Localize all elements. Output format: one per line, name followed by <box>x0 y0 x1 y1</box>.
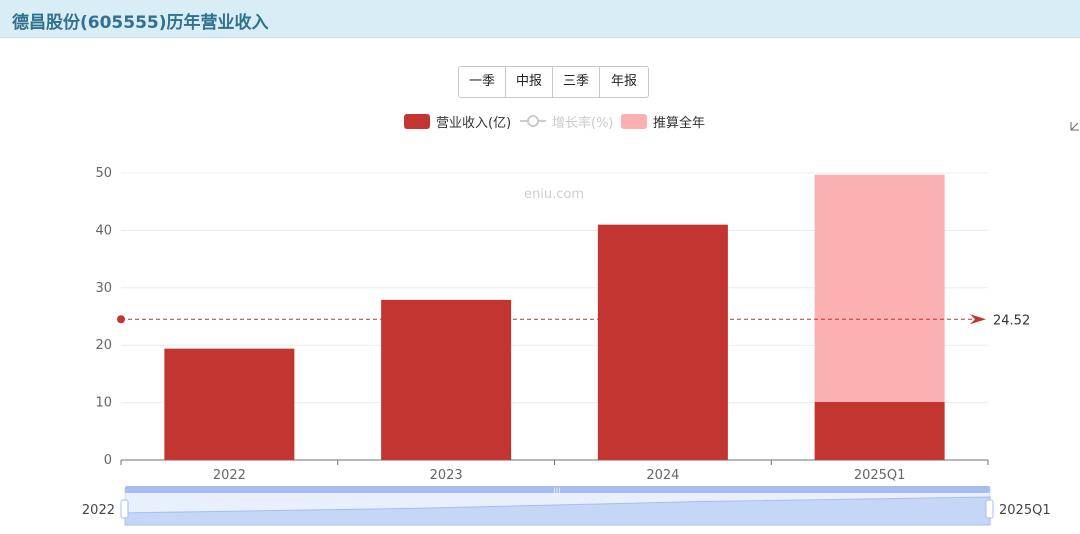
x-tick-label: 2024 <box>646 468 679 483</box>
zoom-grip-icon: ||| <box>553 487 560 495</box>
zoom-left-handle[interactable] <box>120 499 129 519</box>
revenue-bar[interactable] <box>814 402 945 460</box>
zoom-end-label: 2025Q1 <box>999 503 1051 518</box>
legend-label-revenue: 营业收入(亿) <box>436 115 512 131</box>
y-tick-label: 20 <box>95 338 112 353</box>
tab-half-year[interactable]: 中报 <box>506 67 553 97</box>
x-tick-label: 2023 <box>430 468 463 483</box>
page-header: 德昌股份(605555)历年营业收入 <box>0 0 1080 38</box>
tab-q3[interactable]: 三季 <box>553 67 600 97</box>
legend-label-projection: 推算全年 <box>653 115 706 131</box>
x-tick-label: 2025Q1 <box>854 468 906 483</box>
y-tick-label: 30 <box>95 281 112 296</box>
legend-item-projection[interactable]: 推算全年 <box>621 112 706 131</box>
y-tick-label: 0 <box>104 453 112 468</box>
legend-line-marker-icon <box>520 115 546 127</box>
revenue-chart: eniu.com 01020304050 2022 2023 2024 2025Q1 … <box>82 166 1051 526</box>
x-axis: 2022 2023 2024 2025Q1 <box>120 460 989 483</box>
legend-item-growth[interactable]: 增长率(%) <box>520 112 614 131</box>
revenue-bar[interactable] <box>597 224 728 460</box>
revenue-bar[interactable] <box>164 348 295 460</box>
zoom-start-label: 2022 <box>82 503 115 518</box>
average-start-dot <box>117 315 125 324</box>
chart-legend: 营业收入(亿) 增长率(%) 推算全年 <box>0 112 1080 132</box>
chart-watermark: eniu.com <box>524 187 584 202</box>
page-title: 德昌股份(605555)历年营业收入 <box>12 13 269 33</box>
y-tick-label: 10 <box>95 396 112 411</box>
projection-bar[interactable] <box>814 174 945 403</box>
legend-swatch-revenue <box>404 113 430 129</box>
legend-swatch-projection <box>621 113 647 129</box>
tab-annual[interactable]: 年报 <box>600 67 648 97</box>
tab-q1[interactable]: 一季 <box>459 67 506 97</box>
y-tick-label: 50 <box>95 166 112 181</box>
collapse-arrow-icon[interactable] <box>1070 120 1080 132</box>
y-tick-label: 40 <box>95 223 112 238</box>
legend-item-revenue[interactable]: 营业收入(亿) <box>404 112 512 131</box>
period-tabs: 一季 中报 三季 年报 <box>458 66 649 98</box>
x-tick-label: 2022 <box>213 468 246 483</box>
data-zoom-slider[interactable]: ||| 2022 2025Q1 <box>82 486 1051 526</box>
y-axis-ticks: 0 10 20 30 40 50 <box>95 166 112 468</box>
average-value-label: 24.52 <box>993 313 1030 328</box>
legend-label-growth: 增长率(%) <box>552 115 614 131</box>
average-arrow-icon <box>970 314 986 325</box>
revenue-bar[interactable] <box>381 299 512 460</box>
bar-series <box>164 174 945 460</box>
zoom-right-handle[interactable] <box>985 499 994 519</box>
